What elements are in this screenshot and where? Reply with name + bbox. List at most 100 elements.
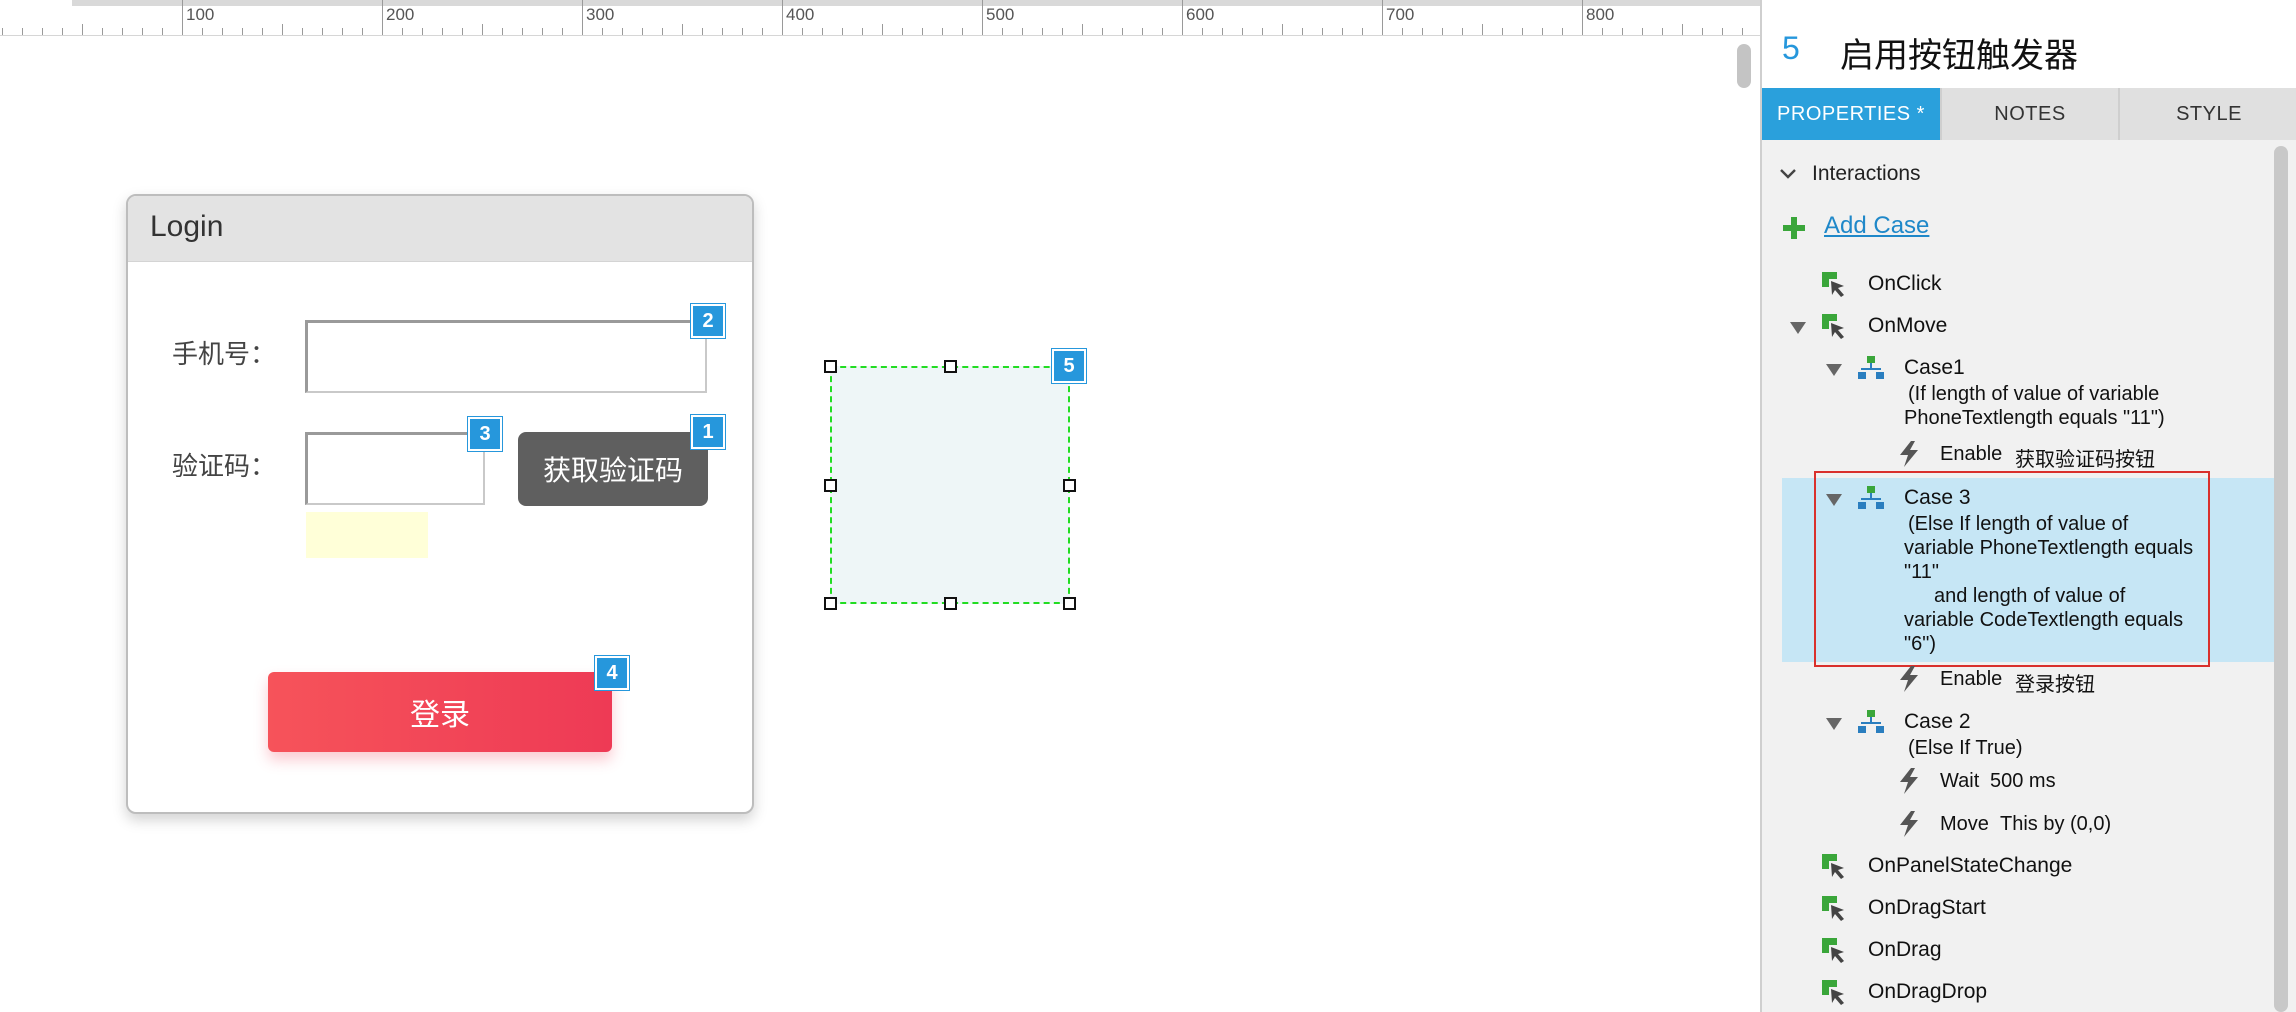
ruler-top-strip: [72, 0, 1760, 6]
ruler-tick: [502, 28, 503, 35]
ruler-tick: [1722, 28, 1723, 35]
ruler-tick: [322, 28, 323, 35]
interactions-section-title[interactable]: Interactions: [1812, 162, 1921, 186]
canvas-scrollbar[interactable]: [1737, 44, 1751, 88]
ruler-tick: [1482, 24, 1483, 35]
ruler-tick: [542, 28, 543, 35]
ruler-tick: [102, 28, 103, 35]
ruler-tick: [302, 28, 303, 35]
get-code-button[interactable]: 获取验证码: [518, 432, 708, 506]
ruler-tick: [822, 28, 823, 35]
ruler-tick: [562, 28, 563, 35]
ruler-tick: [422, 28, 423, 35]
panel-scrollbar[interactable]: [2274, 146, 2288, 1012]
widget-number: 5: [1782, 30, 1800, 66]
ruler-tick: [1122, 28, 1123, 35]
ruler-tick: [1162, 28, 1163, 35]
ruler-tick: [982, 0, 983, 35]
footnote-badge: 2: [691, 304, 725, 338]
ruler-tick: [1082, 24, 1083, 35]
widget-name[interactable]: 启用按钮触发器: [1840, 28, 2078, 77]
action-target: 获取验证码按钮: [2015, 449, 2155, 471]
panel-header: 5 启用按钮触发器: [1762, 0, 2296, 88]
ruler-tick: [1582, 0, 1583, 35]
ruler-tick: [922, 28, 923, 35]
expand-triangle-icon[interactable]: [1790, 322, 1806, 334]
ruler-tick: [1042, 28, 1043, 35]
ruler-tick: [902, 28, 903, 35]
ruler-tick: [1342, 28, 1343, 35]
resize-handle[interactable]: [824, 597, 837, 610]
case3-condition-line: and length of value of: [1934, 585, 2126, 607]
event-label: OnClick: [1868, 272, 1942, 295]
ruler-tick: [262, 28, 263, 35]
expand-triangle-icon[interactable]: [1826, 494, 1842, 506]
ruler-tick: [482, 24, 483, 35]
action-verb: Enable: [1940, 443, 2003, 465]
ruler-tick: [1262, 28, 1263, 35]
ruler-tick: [1222, 28, 1223, 35]
ruler-tick: [782, 0, 783, 35]
case1-condition-line: PhoneTextlength equals "11"): [1904, 407, 2165, 429]
chevron-down-icon[interactable]: [1778, 166, 1798, 182]
resize-handle[interactable]: [824, 479, 837, 492]
event-label: OnPanelStateChange: [1868, 854, 2073, 877]
ruler-tick: [82, 24, 83, 35]
login-button[interactable]: 登录: [268, 672, 612, 752]
ruler-tick: [1682, 24, 1683, 35]
resize-handle[interactable]: [824, 360, 837, 373]
ruler-label: 100: [186, 5, 215, 24]
ruler-tick: [1182, 0, 1183, 35]
plus-icon: [1783, 217, 1805, 239]
ruler-tick: [1402, 28, 1403, 35]
resize-handle[interactable]: [1063, 597, 1076, 610]
ruler-tick: [1102, 28, 1103, 35]
ruler-tick: [242, 28, 243, 35]
case3-condition-line: (Else If length of value of: [1908, 513, 2129, 535]
ruler-tick: [862, 28, 863, 35]
tab-style[interactable]: STYLE: [2120, 88, 2296, 140]
ruler-tick: [962, 28, 963, 35]
resize-handle[interactable]: [1063, 479, 1076, 492]
footnote-badge: 4: [595, 656, 629, 690]
ruler-tick: [1562, 28, 1563, 35]
case3-condition-line: "11": [1904, 561, 1939, 583]
ruler-tick: [1702, 28, 1703, 35]
panel-tabs: PROPERTIES * NOTES STYLE: [1762, 88, 2296, 140]
ruler-tick: [702, 28, 703, 35]
ruler-tick: [382, 0, 383, 35]
ruler-tick: [642, 28, 643, 35]
action-value: 500 ms: [1990, 770, 2056, 792]
ruler-tick: [342, 28, 343, 35]
selected-hotspot-widget[interactable]: [830, 366, 1070, 604]
expand-triangle-icon[interactable]: [1826, 718, 1842, 730]
design-canvas[interactable]: 100 200 300 400 500 600 700 800 Login 手机号： 2 验证…: [0, 0, 1760, 1012]
ruler-tick: [402, 28, 403, 35]
case3-condition-line: variable PhoneTextlength equals: [1904, 537, 2194, 559]
action-target: 登录按钮: [2015, 674, 2095, 696]
case-tree-icon: [1858, 710, 1884, 733]
ruler-label: 700: [1386, 5, 1415, 24]
event-cursor-icon: [1822, 896, 1844, 921]
ruler-tick: [462, 28, 463, 35]
tab-properties[interactable]: PROPERTIES *: [1762, 88, 1942, 140]
ruler-label: 300: [586, 5, 615, 24]
tab-notes[interactable]: NOTES: [1942, 88, 2120, 140]
horizontal-ruler: 100 200 300 400 500 600 700 800: [0, 0, 1760, 36]
resize-handle[interactable]: [944, 597, 957, 610]
ruler-tick: [122, 28, 123, 35]
code-label: 验证码：: [172, 451, 277, 481]
ruler-tick: [722, 28, 723, 35]
ruler-tick: [1062, 28, 1063, 35]
resize-handle[interactable]: [944, 360, 957, 373]
ruler-tick: [1302, 28, 1303, 35]
ruler-label: 500: [986, 5, 1015, 24]
ruler-tick: [222, 28, 223, 35]
expand-triangle-icon[interactable]: [1826, 364, 1842, 376]
ruler-tick: [1142, 28, 1143, 35]
properties-panel: 5 启用按钮触发器 PROPERTIES * NOTES STYLE Inter…: [1760, 0, 2296, 1012]
phone-input[interactable]: [305, 320, 707, 393]
code-input[interactable]: [305, 432, 485, 505]
ruler-tick: [282, 24, 283, 35]
ruler-tick: [602, 28, 603, 35]
